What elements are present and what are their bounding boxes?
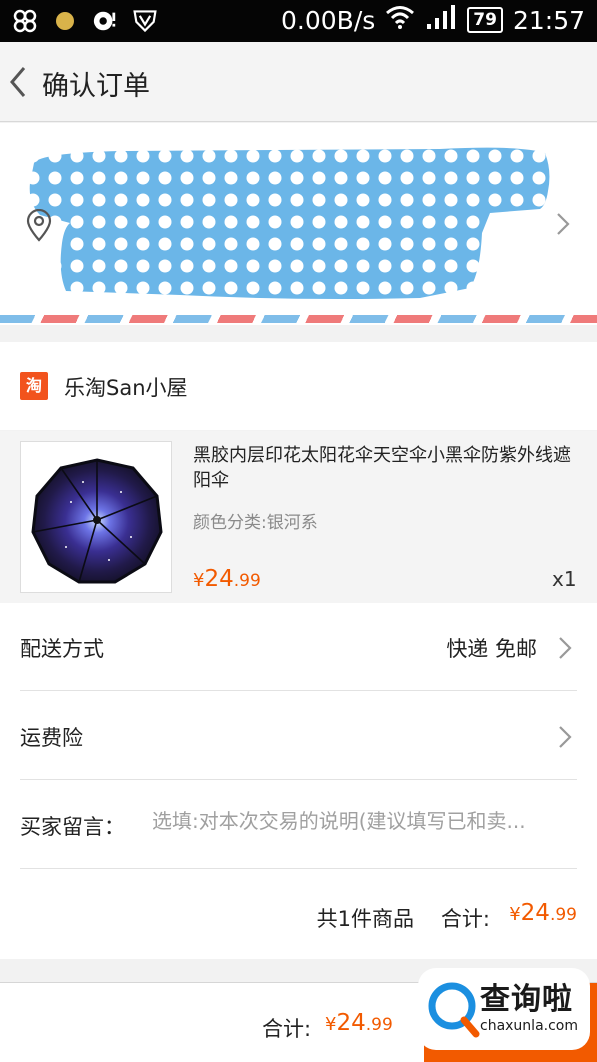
circle-icon <box>52 8 78 34</box>
status-bar: 0.00B/s 79 21:57 <box>0 0 597 42</box>
chevron-right-icon <box>557 635 573 665</box>
delivery-value: 快递 免邮 <box>446 637 537 661</box>
app-icon <box>12 8 38 34</box>
price-integer: 24 <box>520 900 550 926</box>
subtotal-label: 合计: <box>440 907 490 931</box>
message-label: 买家留言： <box>20 815 125 839</box>
currency-symbol: ¥ <box>325 1014 337 1035</box>
shield-icon <box>132 8 158 34</box>
product-price: ¥24.99 <box>193 566 261 592</box>
buyer-message-input[interactable] <box>152 809 577 833</box>
price-decimal: .99 <box>549 905 577 925</box>
address-card[interactable] <box>0 123 597 325</box>
search-logo-icon <box>424 976 480 1048</box>
network-speed: 0.00B/s <box>281 5 376 35</box>
battery-indicator: 79 <box>467 7 503 33</box>
watermark-text: 查询啦 <box>480 982 573 1017</box>
product-variant: 颜色分类:银河系 <box>193 513 318 533</box>
buyer-message-row: 买家留言： <box>20 781 577 869</box>
product-item[interactable]: 黑胶内层印花太阳花伞天空伞小黑伞防紫外线遮阳伞 颜色分类:银河系 ¥24.99 … <box>0 431 597 603</box>
price-decimal: .99 <box>233 571 261 591</box>
delivery-row[interactable]: 配送方式 快递 免邮 <box>20 603 577 691</box>
nav-bar: 确认订单 <box>0 42 597 122</box>
watermark: 查询啦 chaxunla.com <box>418 968 590 1050</box>
location-pin-icon <box>24 208 54 247</box>
price-integer: 24 <box>336 1010 366 1036</box>
total-label: 合计: <box>262 1017 312 1041</box>
redacted-address <box>29 147 550 299</box>
insurance-label: 运费险 <box>20 726 83 750</box>
clock: 21:57 <box>512 5 585 35</box>
order-options: 配送方式 快递 免邮 运费险 买家留言： 共1件商品 合计: ¥24.99 <box>0 603 597 959</box>
airmail-border <box>0 315 597 323</box>
taobao-logo: 淘 <box>20 372 48 400</box>
signal-icon <box>425 4 457 36</box>
price-decimal: .99 <box>365 1015 393 1035</box>
chevron-left-icon[interactable] <box>6 62 34 102</box>
currency-symbol: ¥ <box>509 904 521 925</box>
chevron-right-icon <box>555 211 571 241</box>
camera-icon <box>92 8 118 34</box>
page-title: 确认订单 <box>42 71 150 102</box>
total-price: ¥24.99 <box>325 1010 393 1036</box>
shipping-insurance-row[interactable]: 运费险 <box>20 692 577 780</box>
shop-header[interactable]: 淘 乐淘San小屋 <box>0 342 597 430</box>
delivery-label: 配送方式 <box>20 637 104 661</box>
product-quantity: x1 <box>552 567 577 591</box>
subtotal-price: ¥24.99 <box>509 900 577 926</box>
wifi-icon <box>385 4 415 36</box>
price-integer: 24 <box>204 566 234 592</box>
chevron-right-icon <box>557 724 573 754</box>
product-thumbnail <box>20 441 172 593</box>
currency-symbol: ¥ <box>193 570 205 591</box>
order-summary: 共1件商品 合计: ¥24.99 <box>0 871 577 959</box>
shop-name: 乐淘San小屋 <box>64 376 188 400</box>
product-title: 黑胶内层印花太阳花伞天空伞小黑伞防紫外线遮阳伞 <box>193 445 571 491</box>
item-count: 共1件商品 <box>316 907 414 931</box>
watermark-url: chaxunla.com <box>480 1018 578 1034</box>
